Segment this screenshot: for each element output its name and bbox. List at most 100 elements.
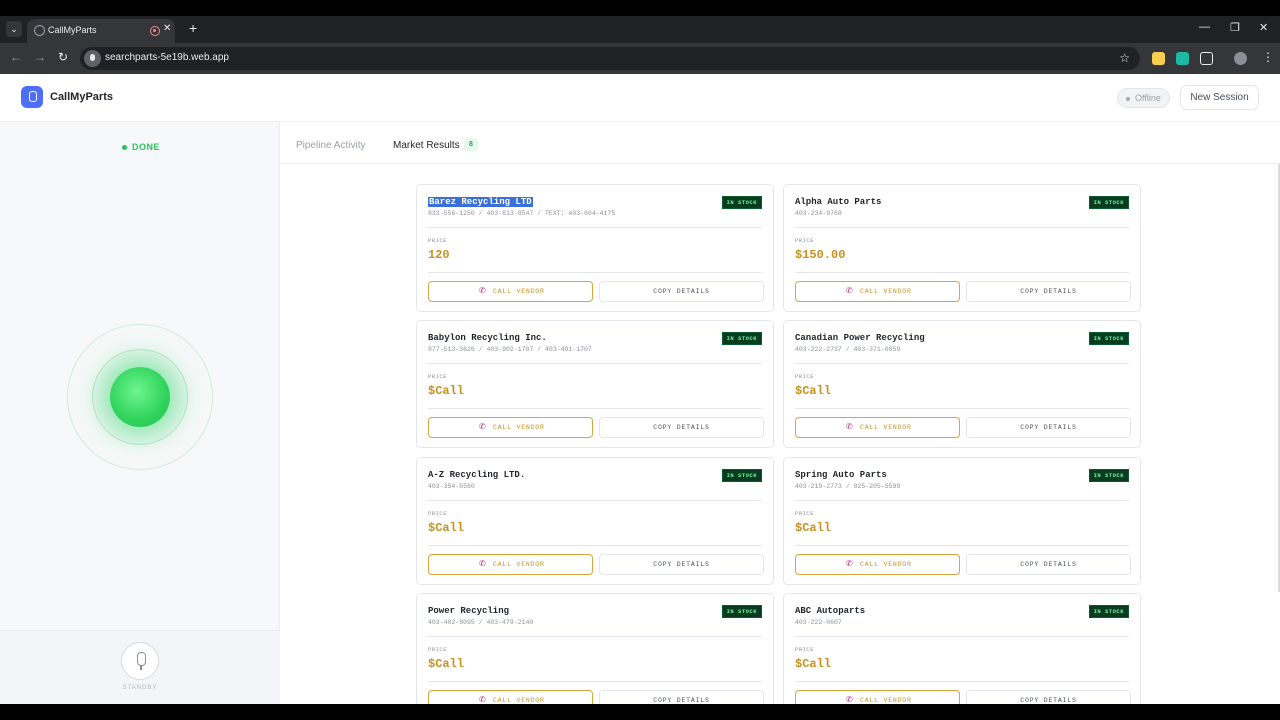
reload-icon[interactable]: ↻ (58, 50, 68, 64)
browser-tab[interactable]: CallMyParts ✕ (27, 19, 175, 43)
restore-icon[interactable]: ❐ (1230, 21, 1240, 34)
phone-icon: ✆ (479, 422, 486, 431)
status-dot-icon (1126, 97, 1130, 101)
stock-badge: IN STOCK (721, 605, 762, 618)
price-label: PRICE (428, 237, 448, 244)
phone-icon: ✆ (846, 559, 853, 568)
close-icon[interactable]: ✕ (163, 23, 171, 34)
new-session-button[interactable]: New Session (1180, 85, 1259, 110)
vendor-card: Power Recycling 403-402-8095 / 403-479-21… (416, 593, 774, 704)
vendor-card: Barez Recycling LTD 833-556-1250 / 403-61… (416, 184, 774, 312)
site-info-icon[interactable] (84, 50, 101, 67)
brand-name: CallMyParts (50, 91, 113, 103)
call-vendor-button[interactable]: ✆ CALL VENDOR (428, 417, 593, 438)
phone-icon: ✆ (846, 422, 853, 431)
price-label: PRICE (795, 646, 815, 653)
divider (428, 545, 762, 546)
call-vendor-label: CALL VENDOR (493, 288, 545, 295)
divider (428, 636, 762, 637)
stock-badge: IN STOCK (721, 332, 762, 345)
stock-badge: IN STOCK (1088, 196, 1129, 209)
copy-details-button[interactable]: COPY DETAILS (599, 417, 764, 438)
price-label: PRICE (795, 510, 815, 517)
close-window-icon[interactable]: ✕ (1259, 21, 1268, 34)
price-label: PRICE (795, 373, 815, 380)
vendor-card: Canadian Power Recycling 403-222-2737 / 4… (783, 320, 1141, 448)
session-state: DONE (132, 142, 161, 152)
new-tab-icon[interactable]: + (189, 20, 197, 36)
price-value: $150.00 (795, 248, 846, 262)
call-vendor-button[interactable]: ✆ CALL VENDOR (428, 281, 593, 302)
copy-details-button[interactable]: COPY DETAILS (966, 417, 1131, 438)
vendor-phones: 403-402-8095 / 403-479-2140 (428, 619, 534, 626)
call-vendor-button[interactable]: ✆ CALL VENDOR (795, 281, 960, 302)
divider (795, 227, 1129, 228)
call-vendor-button[interactable]: ✆ CALL VENDOR (795, 417, 960, 438)
copy-details-button[interactable]: COPY DETAILS (966, 554, 1131, 575)
divider (795, 636, 1129, 637)
tab-pipeline-activity[interactable]: Pipeline Activity (296, 140, 365, 151)
microphone-icon[interactable] (121, 642, 159, 680)
vendor-phones: 403-234-9768 (795, 210, 842, 217)
vendor-name: ABC Autoparts (795, 606, 866, 616)
price-label: PRICE (795, 237, 815, 244)
stock-badge: IN STOCK (1088, 332, 1129, 345)
price-value: $Call (795, 521, 832, 535)
forward-icon[interactable]: → (34, 50, 46, 64)
vendor-card: Spring Auto Parts 403-219-2773 / 825-205-… (783, 457, 1141, 585)
menu-kebab-icon[interactable]: ⋮ (1262, 50, 1274, 64)
extension-v-icon[interactable] (1152, 52, 1165, 65)
call-vendor-button[interactable]: ✆ CALL VENDOR (795, 554, 960, 575)
url-text: searchparts-5e19b.web.app (105, 52, 229, 63)
vendor-card: A-Z Recycling LTD. 403-354-5560 IN STOCK PR… (416, 457, 774, 585)
stock-badge: IN STOCK (1088, 605, 1129, 618)
profile-avatar-icon[interactable] (1234, 52, 1247, 65)
call-vendor-label: CALL VENDOR (493, 561, 545, 568)
taskbar-strip (0, 704, 1280, 720)
copy-details-button[interactable]: COPY DETAILS (966, 690, 1131, 704)
browser-toolbar: ← → ↻ searchparts-5e19b.web.app ☆ ⋮ (0, 43, 1280, 74)
star-icon[interactable]: ☆ (1119, 51, 1130, 65)
copy-details-button[interactable]: COPY DETAILS (966, 281, 1131, 302)
results-tabs: Pipeline Activity Market Results 8 (281, 122, 1280, 164)
phone-icon: ✆ (479, 695, 486, 704)
call-vendor-label: CALL VENDOR (493, 424, 545, 431)
copy-details-button[interactable]: COPY DETAILS (599, 690, 764, 704)
copy-details-button[interactable]: COPY DETAILS (599, 281, 764, 302)
tab-market-results[interactable]: Market Results (393, 140, 460, 151)
address-bar[interactable]: searchparts-5e19b.web.app ☆ (80, 47, 1140, 70)
phone-icon: ✆ (479, 286, 486, 295)
copy-details-button[interactable]: COPY DETAILS (599, 554, 764, 575)
record-icon (150, 26, 160, 36)
vendor-phones: 403-219-2773 / 825-205-5599 (795, 483, 901, 490)
voice-sidebar: DONE STANDBY (0, 122, 280, 704)
vendor-phones: 877-513-3626 / 403-902-1707 / 403-401-17… (428, 346, 592, 353)
price-value: $Call (428, 521, 465, 535)
call-vendor-button[interactable]: ✆ CALL VENDOR (795, 690, 960, 704)
standby-label: STANDBY (122, 685, 158, 691)
call-vendor-label: CALL VENDOR (860, 424, 912, 431)
tab-title: CallMyParts (48, 25, 97, 35)
phone-icon: ✆ (846, 286, 853, 295)
call-vendor-button[interactable]: ✆ CALL VENDOR (428, 690, 593, 704)
divider (795, 545, 1129, 546)
extension-ai-icon[interactable] (1176, 52, 1189, 65)
app-page: CallMyParts Offline New Session DONE STA… (0, 74, 1280, 704)
tab-search-icon[interactable]: ⌄ (6, 21, 22, 37)
phone-icon: ✆ (479, 559, 486, 568)
vendor-name: Spring Auto Parts (795, 470, 887, 480)
status-dot-icon (122, 145, 127, 150)
vendor-name: Alpha Auto Parts (795, 197, 882, 207)
vendor-phones: 403-354-5560 (428, 483, 475, 490)
vendor-card: Babylon Recycling Inc. 877-513-3626 / 403… (416, 320, 774, 448)
browser-tab-strip: ⌄ CallMyParts ✕ + — ❐ ✕ (0, 16, 1280, 43)
call-vendor-label: CALL VENDOR (493, 697, 545, 704)
price-label: PRICE (428, 510, 448, 517)
extensions-puzzle-icon[interactable] (1200, 52, 1213, 65)
call-vendor-button[interactable]: ✆ CALL VENDOR (428, 554, 593, 575)
vendor-name: Power Recycling (428, 606, 510, 616)
minimize-icon[interactable]: — (1199, 21, 1210, 33)
back-icon[interactable]: ← (10, 50, 22, 64)
divider (428, 227, 762, 228)
stock-badge: IN STOCK (721, 469, 762, 482)
